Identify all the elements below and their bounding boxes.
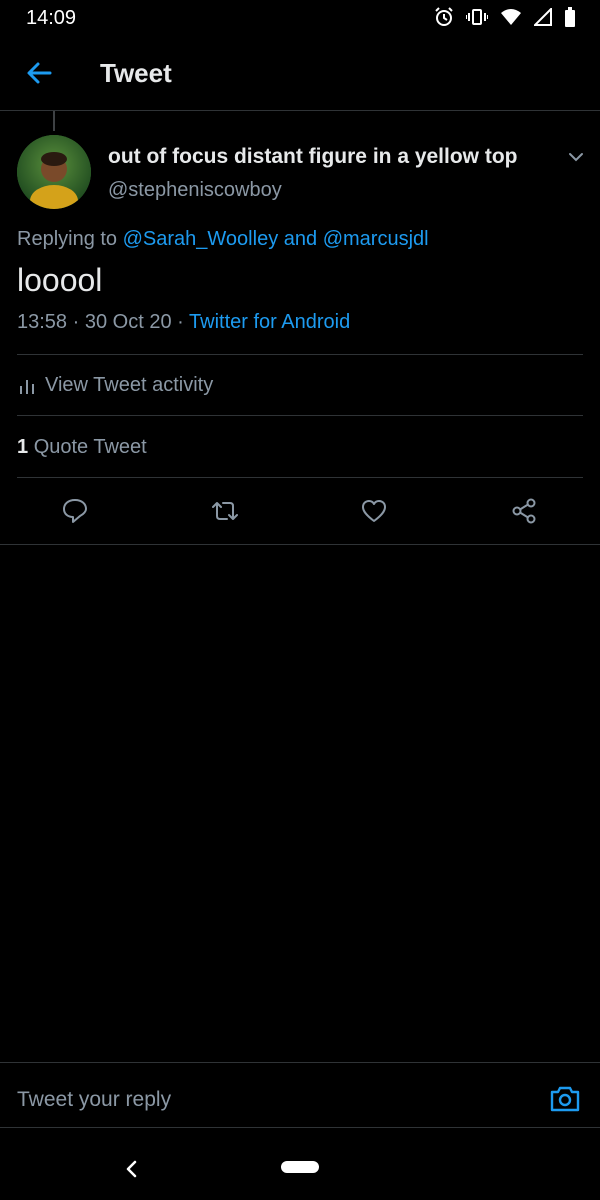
avatar-image <box>17 135 91 209</box>
battery-icon <box>565 7 575 27</box>
divider <box>17 354 583 355</box>
alarm-icon <box>435 7 453 26</box>
status-bar: 14:09 <box>0 0 600 36</box>
camera-button[interactable] <box>549 1083 583 1117</box>
page-title: Tweet <box>100 58 172 88</box>
divider <box>17 415 583 416</box>
top-app-bar: Tweet <box>0 36 600 111</box>
tweet-source-link[interactable]: Twitter for Android <box>189 311 350 333</box>
tweet-actions <box>0 478 600 545</box>
meta-separator: · <box>72 311 80 333</box>
tweet-time: 13:58 <box>17 311 68 333</box>
replying-and[interactable]: and <box>284 228 317 250</box>
mention-link[interactable]: @Sarah_Woolley <box>123 228 279 250</box>
quote-tweet-count[interactable]: 1 Quote Tweet <box>17 436 147 459</box>
retweet-button[interactable] <box>208 494 242 528</box>
bar-chart-icon <box>20 379 34 394</box>
replying-to: Replying to @Sarah_Woolley and @marcusjd… <box>17 228 429 251</box>
tweet-meta: 13:58 · 30 Oct 20 · Twitter for Android <box>17 311 350 334</box>
share-button[interactable] <box>507 494 541 528</box>
meta-separator: · <box>177 311 184 333</box>
system-back-button[interactable] <box>118 1155 146 1183</box>
wifi-icon <box>501 9 521 25</box>
arrow-left-icon <box>27 62 52 84</box>
vibrate-icon <box>466 9 488 25</box>
activity-label: View Tweet activity <box>45 374 214 396</box>
chevron-down-icon <box>569 153 583 162</box>
like-icon <box>362 500 386 522</box>
status-time: 14:09 <box>26 7 77 29</box>
retweet-icon <box>212 502 238 520</box>
like-button[interactable] <box>357 494 391 528</box>
mention-link[interactable]: @marcusjdl <box>323 228 429 250</box>
quote-label: Quote Tweet <box>33 436 147 458</box>
more-options-button[interactable] <box>562 143 590 171</box>
camera-icon <box>550 1086 580 1112</box>
reply-composer[interactable]: Tweet your reply <box>0 1062 600 1128</box>
avatar[interactable] <box>17 135 91 209</box>
home-pill[interactable] <box>281 1161 319 1173</box>
quote-count: 1 <box>17 436 29 458</box>
share-icon <box>512 498 536 524</box>
reply-icon <box>63 499 87 523</box>
tweet-text: looool <box>17 262 103 298</box>
display-name[interactable]: out of focus distant figure in a yellow … <box>108 145 518 169</box>
reply-input[interactable]: Tweet your reply <box>17 1088 171 1112</box>
reply-button[interactable] <box>58 494 92 528</box>
signal-icon <box>534 8 552 26</box>
view-tweet-activity[interactable]: View Tweet activity <box>17 374 213 397</box>
replying-prefix: Replying to <box>17 228 118 250</box>
thread-connector-line <box>53 111 55 131</box>
status-icons <box>434 7 576 27</box>
back-button[interactable] <box>20 54 58 92</box>
tweet-date: 30 Oct 20 <box>84 311 172 333</box>
user-handle[interactable]: @stepheniscowboy <box>108 179 282 202</box>
system-navigation-bar <box>0 1127 600 1200</box>
chevron-left-icon <box>126 1160 137 1178</box>
